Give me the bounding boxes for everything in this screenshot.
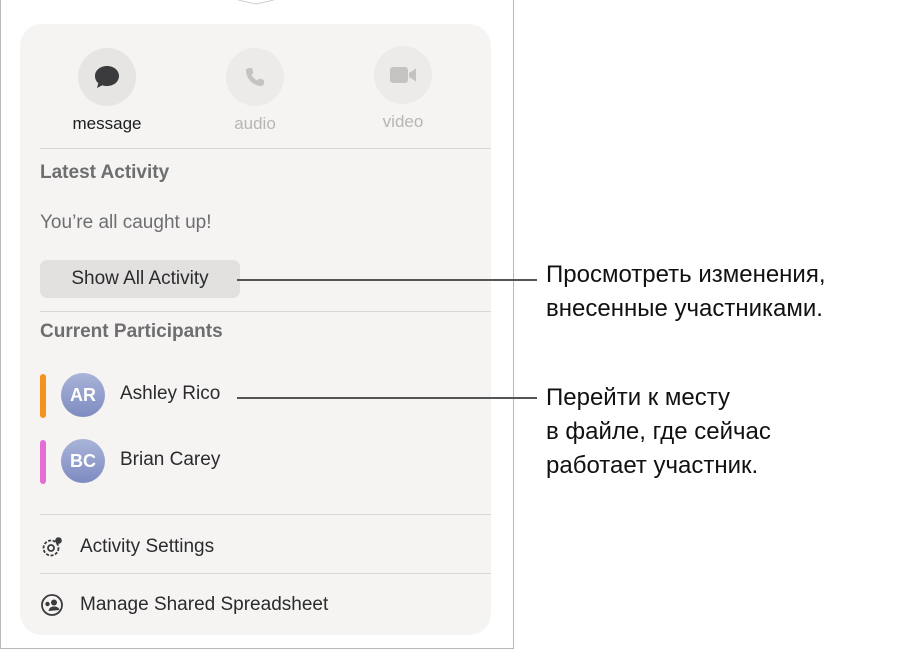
callout-text-line: Перейти к месту — [546, 384, 731, 411]
divider — [40, 514, 491, 515]
video-label: video — [382, 112, 424, 131]
activity-settings-label: Activity Settings — [80, 536, 215, 557]
video-button[interactable]: video — [343, 46, 463, 132]
participant-row[interactable]: AR Ashley Rico — [40, 371, 340, 419]
phone-icon — [246, 68, 264, 86]
avatar: BC — [61, 439, 105, 483]
callout-activity: Просмотреть изменения, внесенные участни… — [546, 258, 826, 326]
manage-shared-spreadsheet-item[interactable]: Manage Shared Spreadsheet — [40, 590, 480, 620]
show-all-activity-button[interactable]: Show All Activity — [40, 260, 240, 298]
video-camera-icon — [390, 67, 416, 83]
audio-circle — [226, 48, 284, 106]
callout-text-line: Просмотреть изменения, — [546, 261, 826, 288]
activity-status: You’re all caught up! — [40, 212, 212, 233]
divider — [40, 311, 491, 312]
message-bubble-icon — [95, 66, 119, 88]
audio-button[interactable]: audio — [195, 48, 315, 134]
callout-line-participant — [237, 397, 537, 399]
message-label: message — [72, 114, 142, 133]
avatar: AR — [61, 373, 105, 417]
latest-activity-heading: Latest Activity — [40, 162, 170, 183]
callout-text-line: в файле, где сейчас — [546, 418, 771, 445]
participant-name: Ashley Rico — [120, 383, 221, 404]
callout-participant: Перейти к месту в файле, где сейчас рабо… — [546, 381, 771, 483]
manage-shared-label: Manage Shared Spreadsheet — [80, 594, 329, 615]
share-popover: message audio video Latest Activity You’… — [20, 24, 491, 635]
callout-text-line: внесенные участниками. — [546, 295, 823, 322]
audio-label: audio — [234, 114, 276, 133]
video-circle — [374, 46, 432, 104]
communication-options: message audio video — [20, 24, 491, 154]
activity-settings-item[interactable]: Activity Settings — [40, 532, 480, 562]
participant-name: Brian Carey — [120, 449, 221, 470]
participant-row[interactable]: BC Brian Carey — [40, 437, 340, 485]
divider — [40, 573, 491, 574]
participant-color-bar — [40, 374, 46, 418]
current-participants-heading: Current Participants — [40, 321, 223, 342]
callout-line-activity — [237, 279, 537, 281]
gear-badge-icon — [42, 537, 62, 557]
participant-color-bar — [40, 440, 46, 484]
message-circle — [78, 48, 136, 106]
divider — [40, 148, 491, 149]
callout-text-line: работает участник. — [546, 452, 759, 479]
message-button[interactable]: message — [47, 48, 167, 134]
shared-people-icon — [41, 594, 63, 616]
